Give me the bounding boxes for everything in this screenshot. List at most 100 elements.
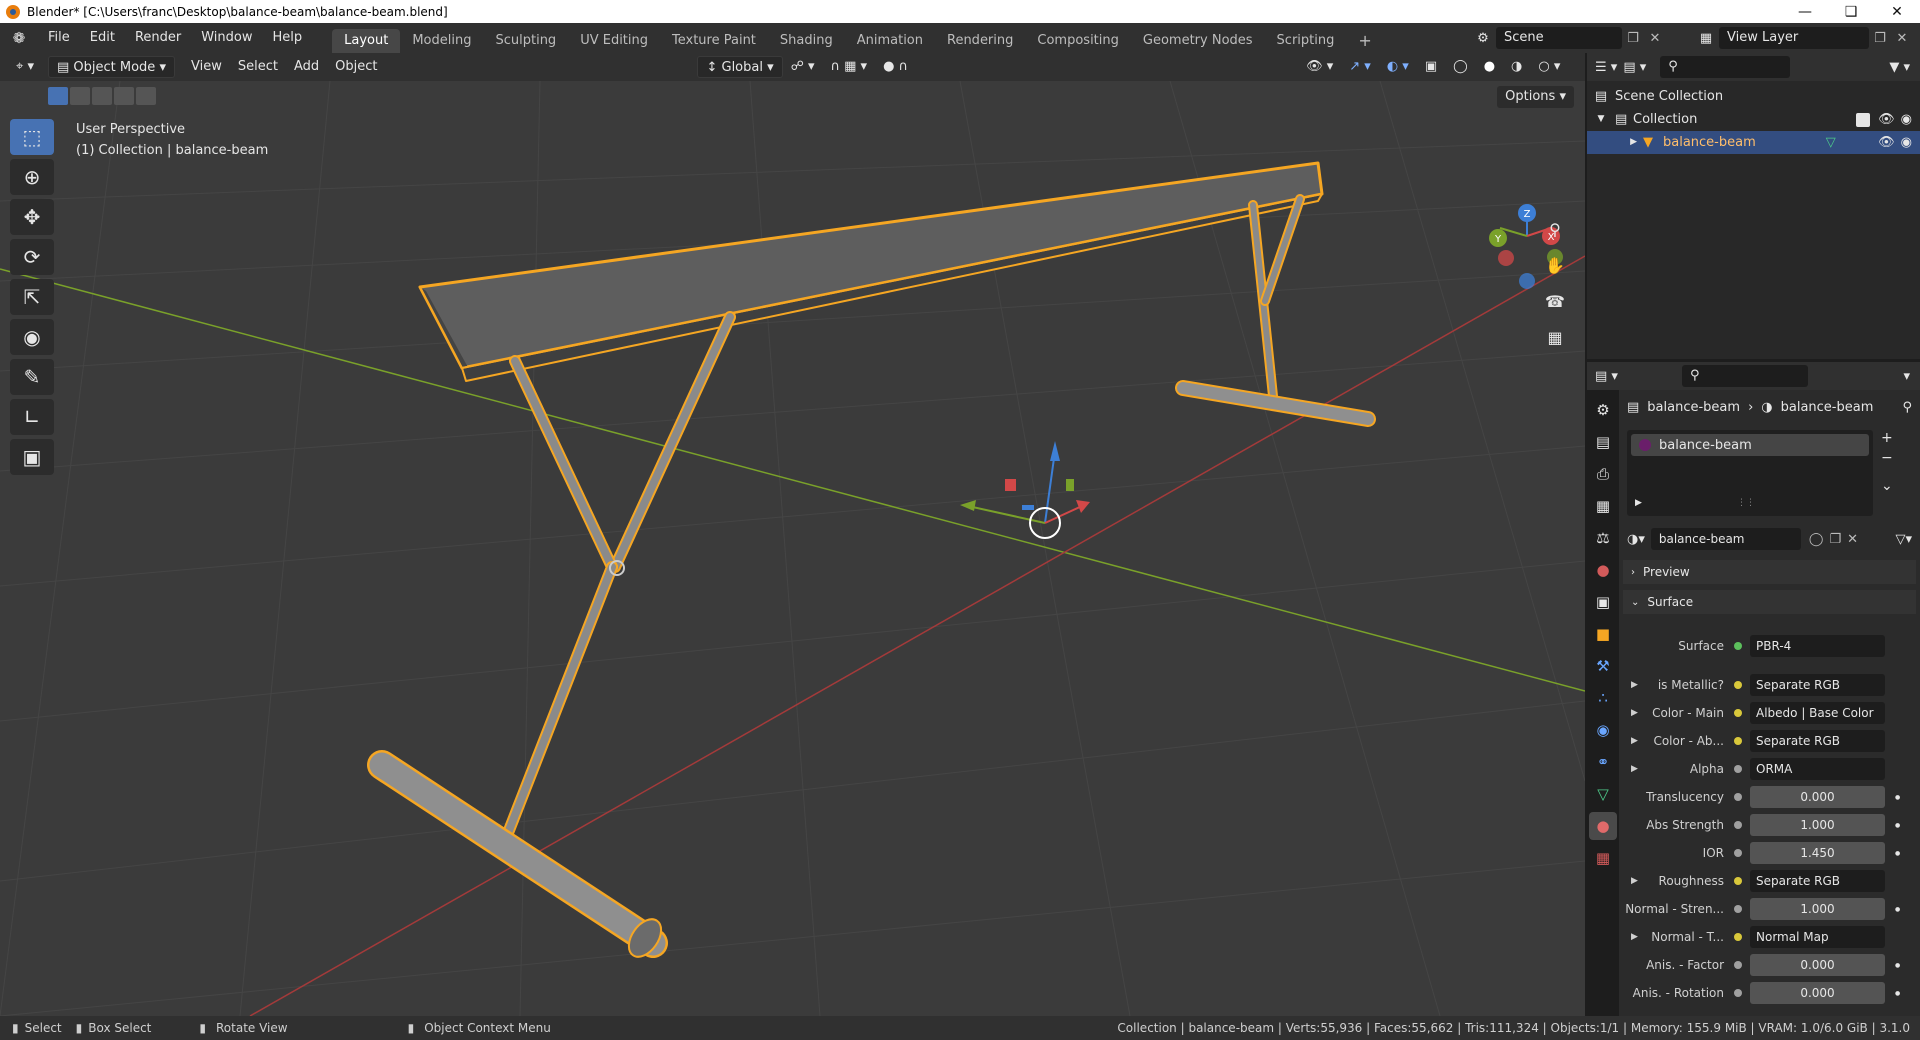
- slot-expand-icon[interactable]: ▶: [1635, 498, 1642, 508]
- socket-icon[interactable]: [1734, 642, 1742, 650]
- expand-arrow-icon[interactable]: ▶: [1587, 131, 1643, 154]
- socket-icon[interactable]: [1734, 933, 1742, 941]
- surface-row-number-field[interactable]: 0.000: [1750, 954, 1885, 976]
- material-shading-icon[interactable]: ◑: [1503, 56, 1530, 78]
- select-subtract-icon[interactable]: [92, 87, 112, 105]
- keyframe-dot-icon[interactable]: ●: [1895, 794, 1900, 801]
- remove-scene-icon[interactable]: ✕: [1644, 31, 1666, 46]
- world-tab-icon[interactable]: ●: [1589, 556, 1617, 584]
- tab-texture-paint[interactable]: Texture Paint: [660, 29, 768, 53]
- select-new-icon[interactable]: [48, 87, 68, 105]
- scene-tab-icon[interactable]: ⚖: [1589, 524, 1617, 552]
- visibility-eye-icon[interactable]: 👁: [1878, 108, 1895, 131]
- maximize-icon[interactable]: ❑: [1828, 0, 1874, 23]
- gizmo-icon[interactable]: ↗ ▾: [1341, 56, 1379, 78]
- rotate-tool-icon[interactable]: ⟳: [10, 239, 54, 275]
- output-tab-icon[interactable]: ⎙: [1589, 460, 1617, 488]
- socket-icon[interactable]: [1734, 681, 1742, 689]
- view-layer-selector[interactable]: ▦ View Layer ❐ ✕: [1693, 27, 1913, 49]
- ortho-toggle-icon[interactable]: ▦: [1543, 325, 1567, 349]
- tab-rendering[interactable]: Rendering: [935, 29, 1025, 53]
- slot-menu-icon[interactable]: ⌄: [1881, 478, 1893, 494]
- tab-uv-editing[interactable]: UV Editing: [568, 29, 660, 53]
- surface-row-number-field[interactable]: 1.450: [1750, 842, 1885, 864]
- menu-view[interactable]: View: [183, 56, 230, 78]
- new-scene-icon[interactable]: ❐: [1622, 31, 1644, 46]
- outliner-search-input[interactable]: ⚲: [1660, 56, 1791, 78]
- socket-icon[interactable]: [1734, 821, 1742, 829]
- mesh-data-icon[interactable]: ▽: [1826, 131, 1836, 154]
- material-tab-icon[interactable]: ●: [1589, 812, 1617, 840]
- menu-edit[interactable]: Edit: [80, 23, 125, 53]
- material-slot-list[interactable]: balance-beam ▶ ⋮⋮: [1627, 430, 1873, 516]
- material-slot-row[interactable]: balance-beam: [1631, 434, 1869, 456]
- transform-orientation-dropdown[interactable]: ↕ Global ▾: [697, 56, 783, 78]
- socket-icon[interactable]: [1734, 793, 1742, 801]
- wireframe-shading-icon[interactable]: ◯: [1445, 56, 1476, 78]
- surface-row-link-field[interactable]: PBR-4: [1750, 635, 1885, 657]
- render-camera-icon[interactable]: ◉: [1901, 108, 1912, 131]
- expand-arrow-icon[interactable]: ▼: [1587, 108, 1615, 131]
- 3d-viewport[interactable]: Z X Y User Perspective (1) Collection | …: [0, 81, 1585, 1016]
- menu-render[interactable]: Render: [125, 23, 191, 53]
- select-extend-icon[interactable]: [70, 87, 90, 105]
- duplicate-material-icon[interactable]: ❐: [1829, 532, 1841, 547]
- socket-icon[interactable]: [1734, 709, 1742, 717]
- outliner-row-collection[interactable]: ▼ ▤ Collection 👁 ◉: [1587, 108, 1920, 131]
- editor-type-icon[interactable]: ⌖ ▾: [8, 56, 42, 78]
- tab-compositing[interactable]: Compositing: [1025, 29, 1131, 53]
- menu-help[interactable]: Help: [263, 23, 313, 53]
- surface-row-link-field[interactable]: Separate RGB: [1750, 730, 1885, 752]
- keyframe-dot-icon[interactable]: ●: [1895, 990, 1900, 997]
- resize-handle-icon[interactable]: ⋮⋮: [1737, 498, 1755, 508]
- view-layer-field[interactable]: View Layer: [1719, 27, 1869, 49]
- tab-geometry-nodes[interactable]: Geometry Nodes: [1131, 29, 1265, 53]
- rendered-shading-icon[interactable]: ○ ▾: [1530, 56, 1568, 78]
- menu-add[interactable]: Add: [286, 56, 327, 78]
- overlay-icon[interactable]: ◐ ▾: [1379, 56, 1417, 78]
- new-view-layer-icon[interactable]: ❐: [1869, 31, 1891, 46]
- keyframe-dot-icon[interactable]: ●: [1895, 962, 1900, 969]
- scene-name-field[interactable]: Scene: [1496, 27, 1622, 49]
- socket-icon[interactable]: [1734, 737, 1742, 745]
- tab-animation[interactable]: Animation: [845, 29, 935, 53]
- expand-arrow-icon[interactable]: ▶: [1631, 932, 1638, 942]
- surface-row-link-field[interactable]: Normal Map: [1750, 926, 1885, 948]
- collection-tab-icon[interactable]: ▣: [1589, 588, 1617, 616]
- annotate-tool-icon[interactable]: ✎: [10, 359, 54, 395]
- pan-hand-icon[interactable]: ✋: [1543, 253, 1567, 277]
- visibility-eye-icon[interactable]: 👁: [1878, 131, 1895, 154]
- preview-panel-header[interactable]: › Preview: [1623, 560, 1916, 584]
- cursor-tool-icon[interactable]: ⊕: [10, 159, 54, 195]
- select-box-tool-icon[interactable]: ⬚: [10, 119, 54, 155]
- material-browse-icon[interactable]: ◑▾: [1627, 532, 1645, 547]
- physics-tab-icon[interactable]: ◉: [1589, 716, 1617, 744]
- expand-arrow-icon[interactable]: ▶: [1631, 680, 1638, 690]
- blender-menu-icon[interactable]: ❁: [0, 29, 38, 47]
- constraints-tab-icon[interactable]: ⚭: [1589, 748, 1617, 776]
- mode-dropdown[interactable]: ▤ Object Mode ▾: [47, 56, 175, 78]
- surface-row-link-field[interactable]: Separate RGB: [1750, 674, 1885, 696]
- object-tab-icon[interactable]: ■: [1589, 620, 1617, 648]
- xray-icon[interactable]: ▣: [1417, 56, 1445, 78]
- filter-icon[interactable]: ▼ ▾: [1889, 60, 1910, 75]
- keyframe-dot-icon[interactable]: ●: [1895, 906, 1900, 913]
- minimize-icon[interactable]: —: [1782, 0, 1828, 23]
- data-tab-icon[interactable]: ▽: [1589, 780, 1617, 808]
- scene-selector[interactable]: ⚙ Scene ❐ ✕: [1470, 27, 1666, 49]
- tab-scripting[interactable]: Scripting: [1265, 29, 1347, 53]
- socket-icon[interactable]: [1734, 989, 1742, 997]
- expand-arrow-icon[interactable]: ▶: [1631, 764, 1638, 774]
- socket-icon[interactable]: [1734, 765, 1742, 773]
- menu-select[interactable]: Select: [230, 56, 286, 78]
- add-workspace-icon[interactable]: +: [1346, 29, 1383, 53]
- surface-row-number-field[interactable]: 0.000: [1750, 786, 1885, 808]
- menu-object[interactable]: Object: [327, 56, 385, 78]
- link-mode-icon[interactable]: ▽▾: [1895, 532, 1912, 547]
- outliner-row-balance-beam[interactable]: ▶ ▼ balance-beam ▽ 👁 ◉: [1587, 131, 1920, 154]
- surface-row-link-field[interactable]: Albedo | Base Color: [1750, 702, 1885, 724]
- remove-view-layer-icon[interactable]: ✕: [1891, 31, 1913, 46]
- socket-icon[interactable]: [1734, 905, 1742, 913]
- view-layer-tab-icon[interactable]: ▦: [1589, 492, 1617, 520]
- exclude-checkbox[interactable]: [1856, 112, 1871, 127]
